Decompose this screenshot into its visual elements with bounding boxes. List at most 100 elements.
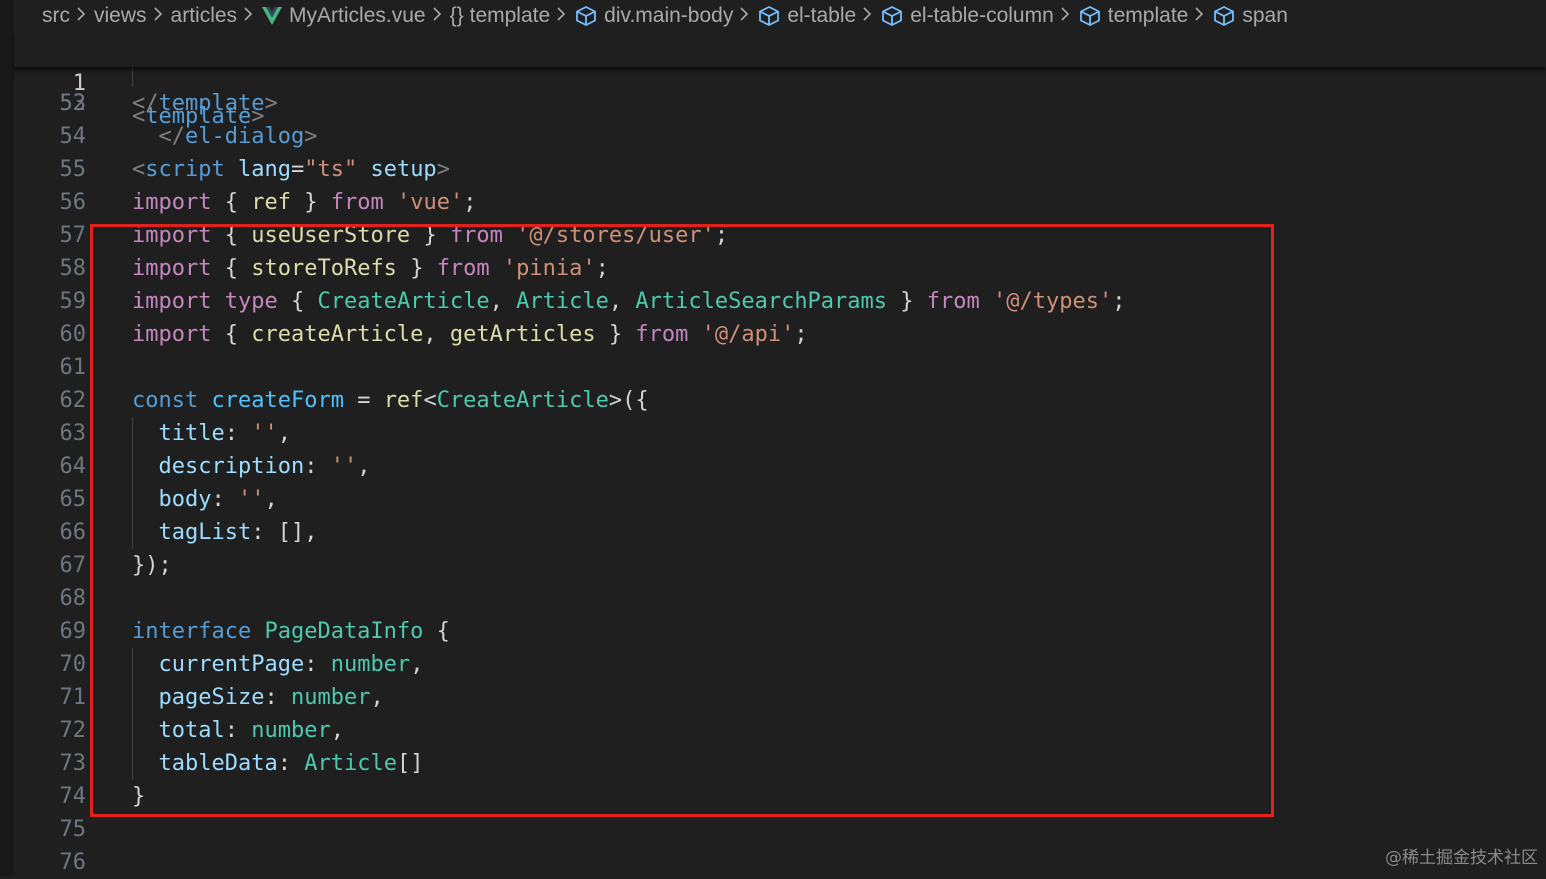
code-line[interactable]: 63 title: '', bbox=[14, 417, 1546, 450]
line-number: 63 bbox=[59, 421, 87, 446]
code-line[interactable]: 69 interface PageDataInfo { bbox=[14, 615, 1546, 648]
line-number: 73 bbox=[59, 751, 87, 776]
chevron-right-icon bbox=[153, 4, 163, 28]
breadcrumb-item[interactable]: span bbox=[1212, 4, 1288, 28]
breadcrumb-item[interactable]: {} template bbox=[450, 4, 551, 28]
breadcrumb-item[interactable]: src bbox=[42, 4, 70, 28]
chevron-right-icon bbox=[432, 4, 442, 28]
code-text: import { createArticle, getArticles } fr… bbox=[132, 322, 808, 347]
chevron-right-icon bbox=[243, 4, 253, 28]
line-number: 58 bbox=[59, 256, 87, 281]
code-text: description: '', bbox=[158, 454, 371, 479]
breadcrumb-label: src bbox=[42, 4, 70, 27]
breadcrumb-label: span bbox=[1242, 4, 1288, 27]
line-number: 64 bbox=[59, 454, 87, 479]
code-line[interactable]: 58 import { storeToRefs } from 'pinia'; bbox=[14, 252, 1546, 285]
line-number: 61 bbox=[59, 355, 87, 380]
chevron-right-icon bbox=[1060, 4, 1070, 28]
breadcrumb-item[interactable]: el-table-column bbox=[880, 4, 1054, 28]
line-number: 68 bbox=[59, 586, 87, 611]
braces-icon: {} bbox=[449, 4, 464, 27]
line-number: 56 bbox=[59, 190, 87, 215]
breadcrumb-label: articles bbox=[170, 4, 238, 27]
chevron-right-icon bbox=[739, 4, 749, 28]
code-line[interactable]: 55 <script lang="ts" setup> bbox=[14, 153, 1546, 186]
code-editor[interactable]: 52 </el-dialog> 1 <template> 53 </templat… bbox=[14, 32, 1546, 876]
chevron-right-icon bbox=[1194, 4, 1204, 28]
code-text: } bbox=[132, 784, 146, 809]
breadcrumb-label: template bbox=[1107, 4, 1189, 27]
line-number: 69 bbox=[59, 619, 87, 644]
breadcrumb-label: div.main-body bbox=[604, 4, 734, 27]
code-line[interactable]: 72 total: number, bbox=[14, 714, 1546, 747]
code-text: body: '', bbox=[158, 487, 278, 512]
line-number: 57 bbox=[59, 223, 87, 248]
code-text: }); bbox=[132, 553, 172, 578]
breadcrumb-label: MyArticles.vue bbox=[289, 4, 426, 27]
line-number: 60 bbox=[59, 322, 87, 347]
code-line[interactable]: 68 bbox=[14, 582, 1546, 615]
chevron-right-icon bbox=[556, 4, 566, 28]
code-text: currentPage: number, bbox=[158, 652, 424, 677]
breadcrumb-item[interactable]: div.main-body bbox=[574, 4, 733, 28]
code-line[interactable]: 73 tableData: Article[] bbox=[14, 747, 1546, 780]
code-text: import { useUserStore } from '@/stores/u… bbox=[132, 223, 729, 248]
code-line[interactable]: 74} bbox=[14, 780, 1546, 813]
line-number: 65 bbox=[59, 487, 87, 512]
line-number: 1 bbox=[72, 71, 86, 96]
line-number: 72 bbox=[59, 718, 87, 743]
code-text: tagList: [], bbox=[158, 520, 318, 545]
breadcrumb-label: el-table bbox=[787, 4, 857, 27]
code-text: interface PageDataInfo { bbox=[132, 619, 450, 644]
code-text: tableData: Article[] bbox=[158, 751, 424, 776]
code-text: title: '', bbox=[158, 421, 291, 446]
code-line[interactable]: 66 tagList: [], bbox=[14, 516, 1546, 549]
breadcrumb: src views articles MyArticles.vue{} template… bbox=[14, 0, 1546, 32]
vue-icon bbox=[261, 6, 283, 26]
line-number: 67 bbox=[59, 553, 87, 578]
breadcrumb-item[interactable]: template bbox=[1078, 4, 1189, 28]
code-line[interactable]: 62 const createForm = ref<CreateArticle>(… bbox=[14, 384, 1546, 417]
code-text: <template> bbox=[132, 104, 265, 129]
code-line[interactable]: 65 body: '', bbox=[14, 483, 1546, 516]
cube-icon bbox=[1078, 5, 1102, 27]
code-text: total: number, bbox=[158, 718, 344, 743]
chevron-right-icon bbox=[862, 4, 872, 28]
line-number: 74 bbox=[59, 784, 87, 809]
cube-icon bbox=[1212, 5, 1236, 27]
code-line[interactable]: 70 currentPage: number, bbox=[14, 648, 1546, 681]
breadcrumb-item[interactable]: el-table bbox=[757, 4, 856, 28]
code-text: pageSize: number, bbox=[158, 685, 384, 710]
code-line[interactable]: 59 import type { CreateArticle, Article, … bbox=[14, 285, 1546, 318]
line-number: 66 bbox=[59, 520, 87, 545]
cube-icon bbox=[574, 5, 598, 27]
cube-icon bbox=[757, 5, 781, 27]
code-line[interactable]: 67}); bbox=[14, 549, 1546, 582]
code-line[interactable]: 61 bbox=[14, 351, 1546, 384]
watermark: @稀土掘金技术社区 bbox=[1385, 848, 1538, 868]
code-text: import { storeToRefs } from 'pinia'; bbox=[132, 256, 609, 281]
line-number: 59 bbox=[59, 289, 87, 314]
chevron-right-icon bbox=[76, 4, 86, 28]
line-number: 75 bbox=[59, 817, 87, 842]
breadcrumb-item[interactable]: MyArticles.vue bbox=[261, 4, 426, 28]
breadcrumb-label: template bbox=[469, 4, 551, 27]
code-line[interactable]: 75 bbox=[14, 813, 1546, 846]
indent-guide bbox=[132, 417, 133, 549]
code-line[interactable]: 57 import { useUserStore } from '@/stores… bbox=[14, 219, 1546, 252]
code-text: const createForm = ref<CreateArticle>({ bbox=[132, 388, 649, 413]
code-text: import { ref } from 'vue'; bbox=[132, 190, 477, 215]
code-text: import type { CreateArticle, Article, Ar… bbox=[132, 289, 1126, 314]
breadcrumb-item[interactable]: articles bbox=[171, 4, 238, 28]
code-line[interactable]: 64 description: '', bbox=[14, 450, 1546, 483]
code-line[interactable]: 60 import { createArticle, getArticles } … bbox=[14, 318, 1546, 351]
code-line[interactable]: 71 pageSize: number, bbox=[14, 681, 1546, 714]
line-number: 62 bbox=[59, 388, 87, 413]
sticky-scroll-line[interactable]: 1 <template> bbox=[14, 34, 1546, 129]
line-number: 71 bbox=[59, 685, 87, 710]
indent-guide bbox=[132, 648, 133, 780]
breadcrumb-item[interactable]: views bbox=[94, 4, 147, 28]
code-line[interactable]: 76 bbox=[14, 846, 1546, 879]
line-number: 76 bbox=[59, 850, 87, 875]
code-line[interactable]: 56 import { ref } from 'vue'; bbox=[14, 186, 1546, 219]
